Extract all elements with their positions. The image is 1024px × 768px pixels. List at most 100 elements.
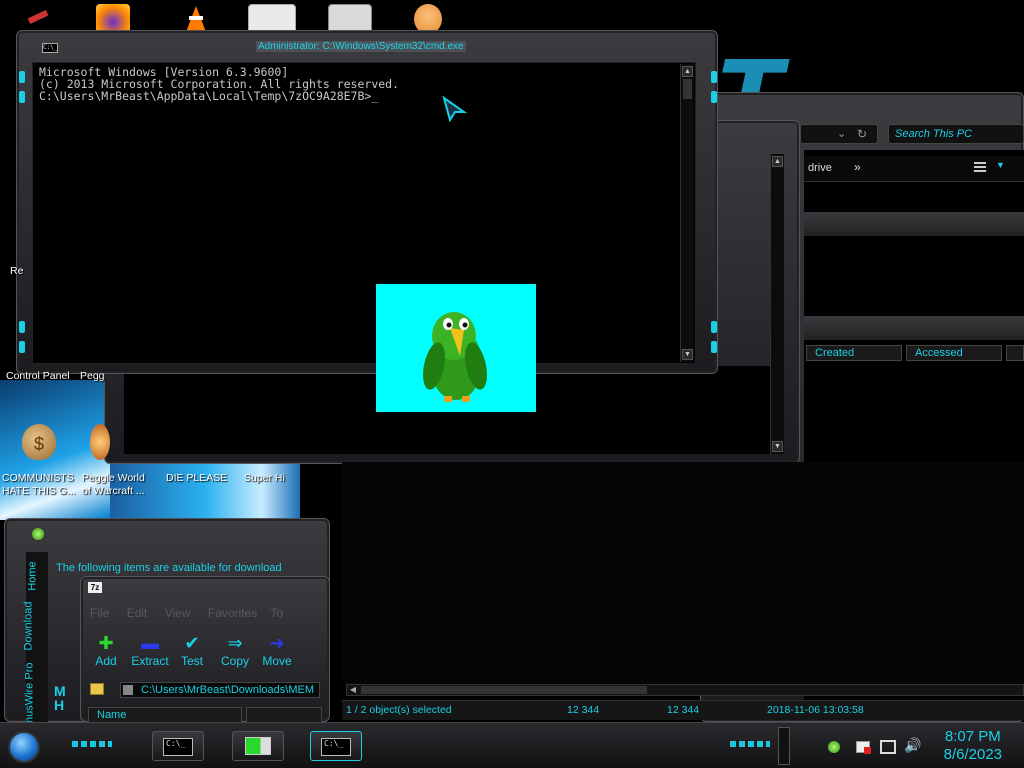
desktop-label-peggle-world[interactable]: Peggle World of Warcraft ... bbox=[82, 472, 145, 498]
menu-tools[interactable]: To bbox=[270, 606, 283, 620]
clock[interactable]: 8:07 PM 8/6/2023 bbox=[944, 728, 1002, 764]
desktop-label-recycle[interactable]: Re bbox=[10, 265, 23, 278]
more-chevron-icon[interactable]: » bbox=[854, 160, 861, 174]
menu-view[interactable]: View bbox=[165, 606, 191, 620]
cmd-console[interactable]: Microsoft Windows [Version 6.3.9600] (c)… bbox=[32, 62, 696, 364]
money-bag-icon[interactable]: $ bbox=[22, 424, 56, 460]
explorer-nav-bar: drive » ▼ bbox=[804, 156, 1024, 182]
console-prompt: C:\Users\MrBeast\AppData\Local\Temp\7zOC… bbox=[39, 89, 379, 103]
tray-volume-icon[interactable]: 🔊 bbox=[904, 737, 921, 754]
dropdown-chevron-icon[interactable]: ⌄ bbox=[837, 127, 846, 140]
view-options-icon[interactable] bbox=[974, 162, 986, 174]
cmd-scrollbar[interactable]: ▲ ▼ bbox=[680, 64, 694, 362]
move-label: Move bbox=[262, 654, 292, 668]
red-pen-icon[interactable] bbox=[27, 10, 49, 24]
add-label: Add bbox=[95, 654, 117, 668]
taskbar-installer-button[interactable] bbox=[232, 731, 284, 761]
search-placeholder: Search This PC bbox=[895, 128, 973, 140]
peggle-icon[interactable] bbox=[90, 424, 110, 460]
check-icon: ✔ bbox=[184, 633, 200, 653]
7zip-path: C:\Users\MrBeast\Downloads\MEM bbox=[141, 684, 314, 696]
extract-button[interactable]: ▬ Extract bbox=[130, 632, 170, 668]
file-pane bbox=[342, 462, 1024, 684]
desktop-label-die-please[interactable]: DIE PLEASE bbox=[166, 472, 227, 485]
status-size-1: 12 344 bbox=[567, 704, 600, 716]
add-button[interactable]: ✚ Add bbox=[94, 632, 118, 668]
address-bar[interactable]: ⌄ ↻ bbox=[800, 124, 878, 144]
horizontal-scrollbar[interactable]: ◀ bbox=[346, 684, 1024, 696]
7zip-menubar: File Edit View Favorites To bbox=[90, 606, 290, 622]
frame-accent bbox=[711, 91, 717, 103]
taskbar-cmd-active-button[interactable]: C:\_ bbox=[310, 731, 362, 761]
desktop-label-peggle[interactable]: Pegg bbox=[80, 370, 105, 383]
copy-button[interactable]: ⇒ Copy bbox=[220, 632, 250, 668]
minus-icon: ▬ bbox=[141, 633, 159, 653]
show-desktop-button[interactable] bbox=[778, 727, 790, 765]
tab-download[interactable]: Download bbox=[22, 602, 34, 651]
taskbar-accent bbox=[72, 741, 112, 747]
cmd-titlebar-icon[interactable]: C:\_ bbox=[42, 43, 58, 53]
desktop-label-communists[interactable]: COMMUNISTS HATE THIS G... bbox=[2, 472, 76, 498]
globe-icon[interactable] bbox=[32, 528, 44, 540]
7zip-path-bar[interactable]: C:\Users\MrBeast\Downloads\MEM bbox=[120, 682, 320, 698]
7zip-icon[interactable]: 7z bbox=[88, 582, 102, 593]
menu-edit[interactable]: Edit bbox=[127, 606, 148, 620]
desktop-label-control-panel[interactable]: Control Panel bbox=[6, 370, 70, 383]
tray-flag-icon[interactable] bbox=[856, 741, 871, 754]
frame-accent bbox=[19, 341, 25, 353]
taskbar: C:\_ C:\_ 🔊 8:07 PM 8/6/2023 bbox=[0, 722, 1024, 768]
refresh-icon[interactable]: ↻ bbox=[857, 127, 867, 141]
tab-pro[interactable]: inusWire Pro bbox=[23, 663, 35, 726]
status-date: 2018-11-06 13:03:58 bbox=[767, 704, 864, 716]
download-info-text: The following items are available for do… bbox=[56, 562, 282, 574]
tray-globe-icon[interactable] bbox=[828, 741, 840, 753]
scroll-thumb[interactable] bbox=[683, 79, 692, 99]
tray-network-icon[interactable] bbox=[880, 740, 896, 754]
scroll-thumb[interactable] bbox=[361, 686, 647, 694]
menu-file[interactable]: File bbox=[90, 606, 109, 620]
taskbar-cmd-button[interactable]: C:\_ bbox=[152, 731, 204, 761]
move-arrow-icon: ➔ bbox=[269, 633, 285, 653]
extract-label: Extract bbox=[131, 654, 169, 668]
drive-icon bbox=[123, 685, 133, 695]
list-scrollbar[interactable]: ▲ ▼ bbox=[770, 154, 784, 454]
frame-accent bbox=[711, 321, 717, 333]
taskbar-accent bbox=[730, 741, 770, 747]
cmd-title: Administrator: C:\Windows\System32\cmd.e… bbox=[256, 41, 466, 52]
desktop-label-super-hi[interactable]: Super Hi bbox=[244, 472, 285, 485]
frame-accent bbox=[711, 71, 717, 83]
tab-home[interactable]: Home bbox=[27, 561, 39, 590]
scroll-up-button[interactable]: ▲ bbox=[772, 156, 783, 167]
scroll-down-button[interactable]: ▼ bbox=[682, 349, 693, 360]
scroll-up-button[interactable]: ▲ bbox=[682, 66, 693, 77]
status-selected: 1 / 2 object(s) selected bbox=[346, 704, 452, 716]
column-header-accessed[interactable]: Accessed bbox=[906, 345, 1002, 361]
frame-accent bbox=[711, 341, 717, 353]
scroll-left-button[interactable]: ◀ bbox=[347, 685, 359, 695]
download-sidebar: Home Download inusWire Pro bbox=[22, 552, 48, 725]
cmd-icon: C:\_ bbox=[321, 738, 351, 756]
status-bar: 1 / 2 object(s) selected 12 344 12 344 2… bbox=[342, 700, 1024, 720]
installer-icon bbox=[245, 737, 271, 755]
test-label: Test bbox=[180, 654, 203, 668]
clock-date: 8/6/2023 bbox=[943, 746, 1002, 763]
explorer-sub-header-2 bbox=[804, 316, 1024, 340]
start-button[interactable] bbox=[8, 731, 40, 763]
7zip-column-name[interactable]: Name bbox=[88, 707, 242, 723]
move-button[interactable]: ➔ Move bbox=[262, 632, 292, 668]
frame-accent bbox=[19, 321, 25, 333]
column-header-extra[interactable] bbox=[1006, 345, 1024, 361]
test-button[interactable]: ✔ Test bbox=[178, 632, 206, 668]
drive-label[interactable]: drive bbox=[808, 162, 832, 174]
folder-up-icon[interactable] bbox=[90, 683, 104, 695]
column-header-created[interactable]: Created bbox=[806, 345, 902, 361]
frame-accent bbox=[19, 91, 25, 103]
view-dropdown-icon[interactable]: ▼ bbox=[996, 160, 1005, 170]
download-mh-label: MH bbox=[54, 683, 66, 713]
7zip-column-extra[interactable] bbox=[246, 707, 322, 723]
scroll-down-button[interactable]: ▼ bbox=[772, 441, 783, 452]
menu-favorites[interactable]: Favorites bbox=[208, 606, 257, 620]
cmd-icon: C:\_ bbox=[163, 738, 193, 756]
bird-image bbox=[376, 284, 536, 412]
search-box[interactable]: Search This PC bbox=[888, 124, 1024, 144]
